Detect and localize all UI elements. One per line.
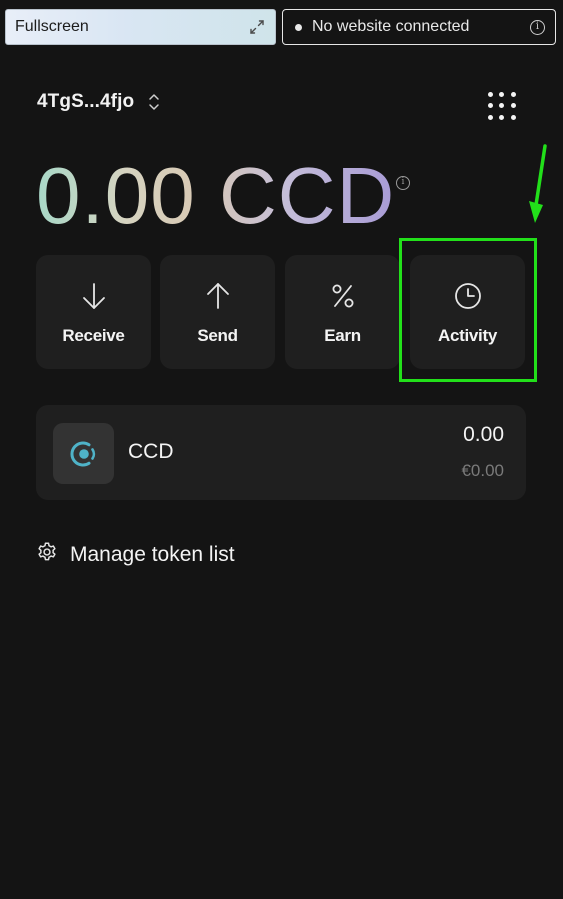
info-icon[interactable]: i — [396, 176, 410, 190]
token-fiat-value: €0.00 — [461, 461, 504, 480]
info-icon[interactable]: i — [530, 19, 545, 35]
expand-arrows-icon — [249, 19, 265, 35]
gear-icon — [36, 541, 58, 568]
fullscreen-label: Fullscreen — [15, 18, 89, 35]
activity-button[interactable]: Activity — [410, 255, 525, 369]
percent-icon — [329, 281, 357, 311]
balance-display: 0.00 CCD — [36, 150, 395, 242]
wallet-home-screen: Fullscreen No website connected i 4TgS..… — [0, 0, 563, 899]
arrow-up-icon — [205, 281, 231, 311]
clock-icon — [453, 281, 483, 311]
connection-status-text: No website connected — [312, 18, 470, 35]
send-label: Send — [197, 326, 238, 345]
account-selector[interactable]: 4TgS...4fjo — [37, 88, 160, 116]
chevron-up-down-icon[interactable] — [148, 92, 160, 112]
receive-button[interactable]: Receive — [36, 255, 151, 369]
earn-label: Earn — [324, 326, 361, 345]
manage-token-list-button[interactable]: Manage token list — [36, 541, 235, 568]
pointer-arrow-icon — [529, 144, 547, 223]
account-name: 4TgS...4fjo — [37, 91, 135, 112]
token-row-ccd[interactable]: CCD 0.00 €0.00 — [36, 405, 526, 500]
receive-label: Receive — [62, 326, 125, 345]
token-amount: 0.00 — [463, 423, 504, 446]
dots-grid-icon[interactable] — [485, 89, 519, 123]
manage-token-list-label: Manage token list — [70, 542, 235, 566]
fullscreen-button[interactable]: Fullscreen — [5, 9, 276, 45]
status-dot — [295, 23, 302, 31]
send-button[interactable]: Send — [160, 255, 275, 369]
ccd-token-icon — [53, 423, 114, 484]
earn-button[interactable]: Earn — [285, 255, 400, 369]
connection-status[interactable]: No website connected i — [282, 9, 556, 45]
token-name: CCD — [128, 440, 174, 463]
activity-label: Activity — [437, 326, 497, 345]
arrow-down-icon — [81, 281, 107, 311]
balance-currency: CCD — [218, 151, 396, 240]
balance-amount: 0.00 — [36, 151, 196, 240]
